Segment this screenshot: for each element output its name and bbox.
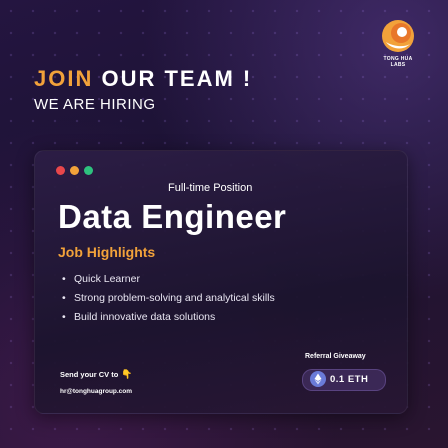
ethereum-icon [310,371,326,392]
highlight-text: Build innovative data solutions [74,311,216,323]
orange-dot-icon [70,166,79,175]
logo-icon [380,18,416,54]
brand-name-line2: LABS [390,62,406,68]
referral-amount: 0.1 ETH [330,374,369,385]
headline-accent: JOIN [34,66,94,91]
position-type: Full-time Position [168,182,253,194]
send-cv-label: Send your CV to 👇 [60,369,133,380]
highlights-title: Job Highlights [58,244,156,260]
highlights-list: • Quick Learner • Strong problem-solving a… [62,270,275,327]
list-item: • Quick Learner [62,273,140,285]
contact-email[interactable]: hr@tonghuagroup.com [60,388,132,395]
highlight-text: Strong problem-solving and analytical sk… [74,292,275,304]
subheadline: WE ARE HIRING [34,96,156,113]
highlight-text: Quick Learner [74,273,140,285]
send-cv-text: Send your CV to [60,370,119,379]
brand-logo: TONG HUA LABS [378,18,418,68]
headline: JOIN OUR TEAM ! [34,66,252,92]
list-item: • Strong problem-solving and analytical s… [62,292,275,304]
job-title: Data Engineer [58,198,287,235]
referral-label: Referral Giveaway [305,353,366,360]
headline-main: OUR TEAM ! [101,66,253,91]
window-dots [56,166,93,175]
brand-name: TONG HUA LABS [378,56,418,68]
point-down-icon: 👇 [121,369,133,379]
list-item: • Build innovative data solutions [62,311,216,323]
red-dot-icon [56,166,65,175]
green-dot-icon [84,166,93,175]
